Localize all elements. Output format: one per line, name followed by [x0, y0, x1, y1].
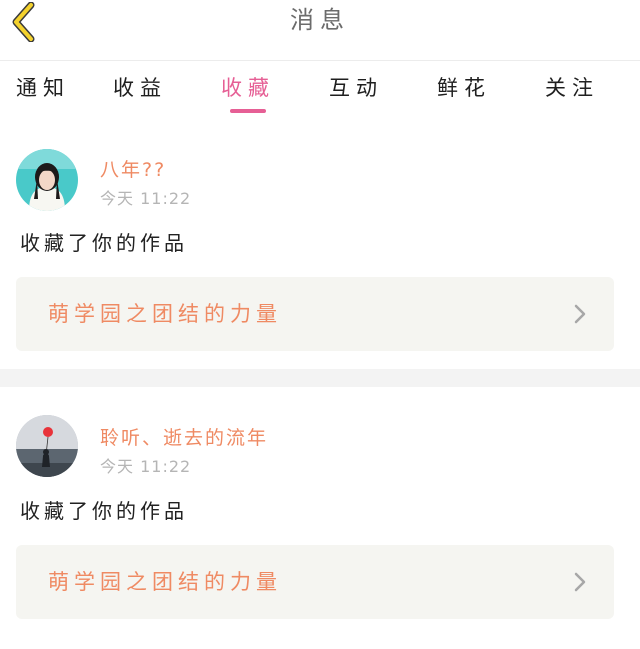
- avatar-balloon-icon: [16, 415, 78, 477]
- tab-bar: 通知 收益 收藏 互动 鲜花 关注: [0, 61, 640, 119]
- work-title: 萌学园之团结的力量: [48, 302, 282, 326]
- tab-label: 收益: [113, 76, 167, 100]
- tab-follows[interactable]: 关注: [518, 61, 626, 102]
- username[interactable]: 聆听、逝去的流年: [100, 423, 268, 450]
- work-title: 萌学园之团结的力量: [48, 570, 282, 594]
- message-item: 聆听、逝去的流年 今天 11:22 收藏了你的作品 萌学园之团结的力量: [0, 387, 640, 649]
- tab-notifications[interactable]: 通知: [0, 61, 86, 102]
- message-item: 八年?? 今天 11:22 收藏了你的作品 萌学园之团结的力量: [0, 119, 640, 369]
- tab-label: 收藏: [221, 76, 275, 100]
- work-link[interactable]: 萌学园之团结的力量: [16, 277, 614, 351]
- tab-earnings[interactable]: 收益: [86, 61, 194, 102]
- tab-interactions[interactable]: 互动: [302, 61, 410, 102]
- action-text: 收藏了你的作品: [20, 231, 188, 255]
- avatar[interactable]: [16, 415, 78, 477]
- tab-flowers[interactable]: 鲜花: [410, 61, 518, 102]
- timestamp: 今天 11:22: [100, 457, 192, 476]
- tab-label: 通知: [16, 76, 70, 100]
- message-list: 八年?? 今天 11:22 收藏了你的作品 萌学园之团结的力量 聆听、逝去的流年: [0, 119, 640, 649]
- section-divider: [0, 369, 640, 387]
- tab-favorites[interactable]: 收藏: [194, 61, 302, 113]
- avatar-girl-icon: [16, 149, 78, 211]
- tab-label: 关注: [545, 76, 599, 100]
- timestamp: 今天 11:22: [100, 189, 192, 208]
- page-title: 消息: [290, 6, 350, 34]
- chevron-right-icon: [574, 572, 586, 592]
- header: 消息: [0, 0, 640, 61]
- active-tab-indicator: [230, 109, 266, 113]
- tab-label: 互动: [329, 76, 383, 100]
- work-link[interactable]: 萌学园之团结的力量: [16, 545, 614, 619]
- avatar[interactable]: [16, 149, 78, 211]
- username[interactable]: 八年??: [100, 155, 166, 182]
- tab-label: 鲜花: [437, 76, 491, 100]
- action-text: 收藏了你的作品: [20, 499, 188, 523]
- chevron-right-icon: [574, 304, 586, 324]
